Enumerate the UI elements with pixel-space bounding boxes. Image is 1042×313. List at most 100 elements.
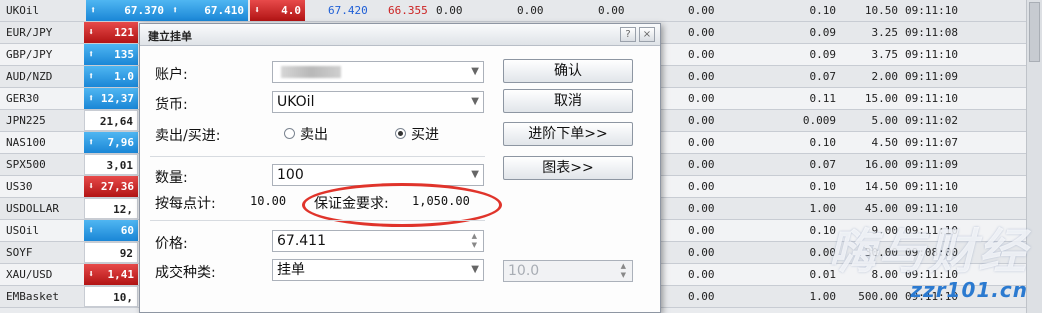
bid-cell[interactable]: 10, — [84, 286, 138, 307]
value-cell: 0.09 — [809, 48, 837, 61]
value-cell: 0.00 — [688, 114, 715, 127]
value-cell: 0.00 — [688, 202, 715, 215]
price-label: 价格: — [155, 236, 188, 252]
value-cell: 0.10 — [809, 180, 837, 193]
quantity-label: 数量: — [155, 170, 188, 186]
bid-cell[interactable]: 12, — [84, 198, 138, 219]
time-cell: 09:11:10 — [905, 48, 958, 61]
value-cell: 0.09 — [809, 26, 837, 39]
value-cell: 0.00 — [517, 4, 544, 17]
value-cell: 0.00 — [688, 70, 715, 83]
symbol-cell: US30 — [6, 180, 33, 193]
arrow-down-icon: ⬇ — [88, 181, 95, 192]
value-cell: 0.00 — [688, 26, 715, 39]
arrow-down-icon: ⬇ — [88, 269, 95, 280]
time-cell: 09:11:09 — [905, 158, 958, 171]
price-input[interactable]: 67.411 ▲ ▼ — [272, 230, 484, 252]
value-cell: 15.00 — [864, 92, 898, 105]
spinner-icon: ▲ ▼ — [620, 262, 626, 279]
ask-cell[interactable]: ⬆ 67.410 — [168, 0, 248, 21]
bid-cell[interactable]: ⬆ 60 — [84, 220, 138, 241]
spinner-icon[interactable]: ▲ ▼ — [472, 232, 477, 250]
dialog-titlebar[interactable]: 建立挂单 ? × — [140, 24, 660, 46]
currency-label: 货币: — [155, 97, 188, 113]
time-cell: 09:11:10 — [905, 180, 958, 193]
bid-cell[interactable]: ⬆ 67.370 — [86, 0, 168, 21]
sell-radio[interactable] — [284, 128, 295, 139]
value-cell: 1.00 — [809, 290, 837, 303]
value-cell: 0.07 — [809, 70, 837, 83]
value-cell: 0.10 — [809, 224, 837, 237]
symbol-cell: UKOil — [6, 4, 40, 17]
bid-cell[interactable]: ⬆ 135 — [84, 44, 138, 65]
symbol-cell: XAU/USD — [6, 268, 53, 281]
value-cell: 14.50 — [864, 180, 898, 193]
currency-select[interactable]: UKOil ▼ — [272, 91, 484, 113]
help-icon[interactable]: ? — [620, 27, 636, 42]
value-cell: 0.01 — [809, 268, 837, 281]
chevron-down-icon: ▼ — [471, 169, 479, 180]
confirm-button[interactable]: 确认 — [503, 59, 633, 83]
bid-cell[interactable]: ⬆ 7,96 — [84, 132, 138, 153]
account-redacted — [281, 66, 341, 78]
symbol-cell: JPN225 — [6, 114, 46, 127]
bid-cell[interactable]: ⬇ 121 — [84, 22, 138, 43]
buy-label[interactable]: 买进 — [411, 124, 439, 144]
price-value: 67.411 — [277, 233, 326, 249]
scrollbar-thumb[interactable] — [1029, 2, 1040, 62]
point-value-label: 按每点计: — [155, 196, 216, 212]
create-pending-order-dialog: 建立挂单 ? × 账户: ▼ 货币: UKOil ▼ 卖出/买进: 卖出 买进 … — [139, 23, 661, 313]
order-type-label: 成交种类: — [155, 265, 216, 281]
value-cell: 0.00 — [688, 158, 715, 171]
value-cell: 0.00 — [598, 4, 625, 17]
order-type-select[interactable]: 挂单 ▼ — [272, 259, 484, 281]
value-cell: 0.00 — [688, 224, 715, 237]
bid-cell[interactable]: 3,01 — [84, 154, 138, 175]
bid-cell[interactable]: ⬆ 1.0 — [84, 66, 138, 87]
bid-cell[interactable]: ⬇ 1,41 — [84, 264, 138, 285]
cancel-button[interactable]: 取消 — [503, 89, 633, 113]
symbol-cell: USOil — [6, 224, 40, 237]
account-select[interactable]: ▼ — [272, 61, 484, 83]
divider — [150, 220, 485, 221]
time-cell: 09:11:10 — [905, 4, 958, 17]
bid-cell[interactable]: ⬆ 12,37 — [84, 88, 138, 109]
value-cell: 0.009 — [802, 114, 836, 127]
symbol-cell: NAS100 — [6, 136, 46, 149]
value-cell: 5.00 — [871, 114, 899, 127]
bid-cell[interactable]: 92 — [84, 242, 138, 263]
symbol-cell: GBP/JPY — [6, 48, 53, 61]
watermark-logo-text: 嗨与财经 — [827, 224, 1028, 280]
symbol-cell: SOYF — [6, 246, 33, 259]
watermark: 嗨与财经 zzr101.cn — [828, 212, 1028, 302]
symbol-cell: GER30 — [6, 92, 40, 105]
value-cell: 0.00 — [688, 4, 715, 17]
buy-radio[interactable] — [395, 128, 406, 139]
value-cell: 0.00 — [688, 92, 715, 105]
vertical-scrollbar[interactable] — [1026, 0, 1042, 313]
expiry-input: 10.0 ▲ ▼ — [503, 260, 633, 282]
value-cell: 10.50 — [864, 4, 898, 17]
bid-cell[interactable]: 21,64 — [84, 110, 138, 131]
sell-label[interactable]: 卖出 — [300, 124, 328, 144]
time-cell: 09:11:02 — [905, 114, 958, 127]
time-cell: 09:11:07 — [905, 136, 958, 149]
arrow-up-icon: ⬆ — [88, 93, 95, 104]
symbol-cell: SPX500 — [6, 158, 46, 171]
advanced-order-button[interactable]: 进阶下单>> — [503, 122, 633, 146]
symbol-cell: AUD/NZD — [6, 70, 53, 83]
arrow-up-icon: ⬆ — [88, 225, 95, 236]
spread-cell: ⬇ 4.0 — [250, 0, 305, 21]
table-row[interactable]: UKOil ⬆ 67.370 ⬆ 67.410 ⬇ 4.0 67.420 66.355… — [0, 0, 1026, 22]
divider — [150, 156, 485, 157]
value-cell: 2.00 — [871, 70, 899, 83]
value-cell: 0.00 — [436, 4, 463, 17]
chart-button[interactable]: 图表>> — [503, 156, 633, 180]
close-icon[interactable]: × — [639, 27, 655, 42]
value-cell: 4.50 — [871, 136, 899, 149]
order-type-value: 挂单 — [277, 262, 305, 278]
arrow-down-icon: ⬇ — [88, 27, 95, 38]
value-cell: 0.00 — [688, 180, 715, 193]
bid-cell[interactable]: ⬇ 27,36 — [84, 176, 138, 197]
value-cell: 1.00 — [809, 202, 837, 215]
